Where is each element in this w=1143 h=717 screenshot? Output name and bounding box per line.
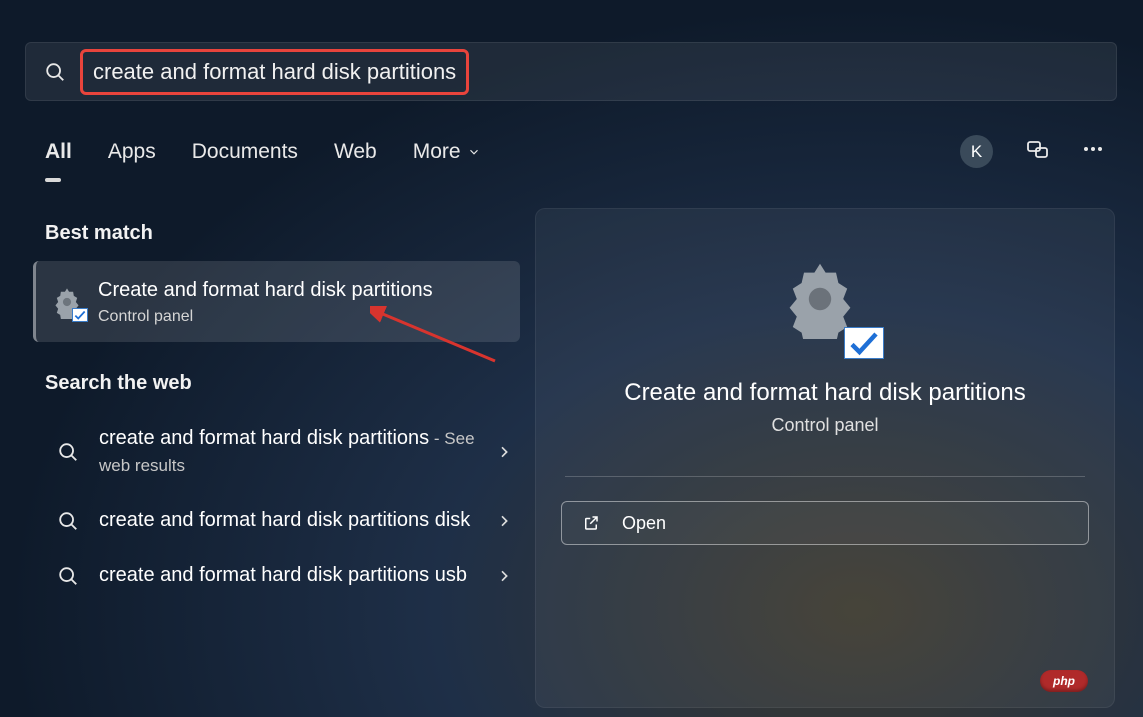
result-detail-pane: Create and format hard disk partitions C… xyxy=(535,208,1115,708)
web-result-item[interactable]: create and format hard disk partitions d… xyxy=(45,493,520,548)
tab-apps[interactable]: Apps xyxy=(108,140,156,164)
gear-icon xyxy=(780,259,870,349)
chevron-right-icon xyxy=(496,568,512,584)
tab-web[interactable]: Web xyxy=(334,140,377,164)
open-button[interactable]: Open xyxy=(561,501,1089,545)
search-icon xyxy=(57,510,79,532)
search-icon xyxy=(44,61,66,83)
search-filter-tabs: All Apps Documents Web More xyxy=(45,140,481,164)
search-icon xyxy=(57,565,79,587)
checkmark-badge-icon xyxy=(72,308,88,322)
open-external-icon xyxy=(582,514,600,532)
chat-icon[interactable] xyxy=(1025,137,1049,166)
search-input[interactable]: create and format hard disk partitions xyxy=(80,49,469,95)
divider xyxy=(565,476,1085,477)
best-match-result[interactable]: Create and format hard disk partitions C… xyxy=(33,261,520,342)
tab-all[interactable]: All xyxy=(45,140,72,164)
gear-icon xyxy=(50,285,84,319)
search-bar[interactable]: create and format hard disk partitions xyxy=(25,42,1117,101)
detail-title: Create and format hard disk partitions xyxy=(624,379,1026,407)
php-watermark: php xyxy=(1040,670,1088,692)
search-web-heading: Search the web xyxy=(45,372,520,395)
user-avatar[interactable]: K xyxy=(960,135,993,168)
best-match-subtitle: Control panel xyxy=(98,308,433,326)
tab-more[interactable]: More xyxy=(413,140,481,164)
tab-more-label: More xyxy=(413,140,461,164)
checkmark-badge-icon xyxy=(844,327,884,359)
chevron-down-icon xyxy=(467,145,481,159)
web-result-text: create and format hard disk partitions u… xyxy=(99,562,476,589)
search-icon xyxy=(57,441,79,463)
detail-subtitle: Control panel xyxy=(771,415,878,436)
best-match-title: Create and format hard disk partitions xyxy=(98,277,433,304)
header-actions: K xyxy=(960,135,1105,168)
chevron-right-icon xyxy=(496,444,512,460)
tab-documents[interactable]: Documents xyxy=(192,140,298,164)
chevron-right-icon xyxy=(496,513,512,529)
results-column: Best match Create and format hard disk p… xyxy=(45,222,520,603)
web-result-text: create and format hard disk partitions d… xyxy=(99,507,476,534)
web-result-item[interactable]: create and format hard disk partitions -… xyxy=(45,411,520,493)
active-tab-indicator xyxy=(45,178,61,182)
more-options-icon[interactable] xyxy=(1081,137,1105,166)
web-result-text: create and format hard disk partitions -… xyxy=(99,425,476,479)
open-button-label: Open xyxy=(622,513,666,534)
best-match-heading: Best match xyxy=(45,222,520,245)
web-result-item[interactable]: create and format hard disk partitions u… xyxy=(45,548,520,603)
